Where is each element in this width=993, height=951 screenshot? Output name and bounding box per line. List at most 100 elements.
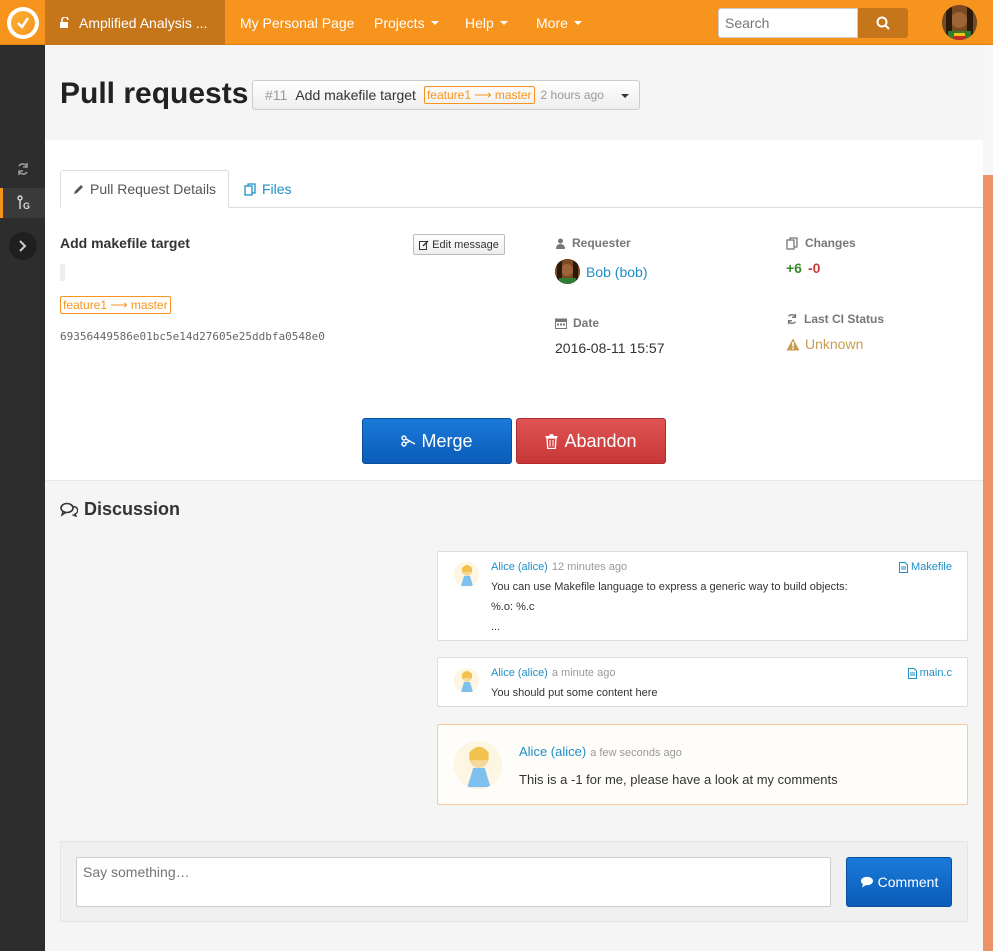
file-icon xyxy=(899,561,909,573)
pencil-icon xyxy=(74,185,83,194)
sidebar-item-activity[interactable] xyxy=(0,154,45,184)
commit-hash: 69356449586e01bc5e14d27605e25ddbfa0548e0 xyxy=(60,330,325,343)
pull-request-icon: G xyxy=(17,195,30,211)
discussion-title-text: Discussion xyxy=(84,499,181,519)
edit-message-label: Edit message xyxy=(432,238,499,251)
comment-author[interactable]: Alice (alice) a few seconds ago xyxy=(519,744,682,759)
top-navbar: Amplified Analysis ... My Personal Page … xyxy=(0,0,993,45)
comment-button-label: Comment xyxy=(877,874,939,890)
commenter-avatar xyxy=(454,741,502,789)
pr-title: Add makefile target xyxy=(295,87,416,103)
tab-details-label: Pull Request Details xyxy=(90,181,217,197)
user-avatar[interactable] xyxy=(942,5,977,40)
deletions-count: -0 xyxy=(807,260,821,276)
commit-message-title: Add makefile target xyxy=(60,235,190,251)
project-switcher[interactable]: Amplified Analysis ... xyxy=(45,0,225,45)
commenter-avatar xyxy=(454,668,479,693)
chevron-right-icon xyxy=(19,240,27,252)
comment-text-line: You can use Makefile language to express… xyxy=(491,581,848,593)
merge-icon xyxy=(401,435,416,447)
additions-count: +6 xyxy=(786,260,802,276)
date-value: 2016-08-11 15:57 xyxy=(555,340,665,356)
tab-files-label: Files xyxy=(262,181,292,197)
search-form xyxy=(718,8,908,38)
search-input[interactable] xyxy=(718,8,858,38)
ci-status-text: Unknown xyxy=(805,336,864,352)
comment-author-name: Alice (alice) xyxy=(491,561,548,573)
message-body-bar xyxy=(60,264,65,281)
merge-button[interactable]: Merge xyxy=(362,418,512,464)
merge-label: Merge xyxy=(421,430,473,451)
comment-time: a minute ago xyxy=(551,667,616,679)
comment-file-link[interactable]: main.c xyxy=(907,667,952,679)
nav-my-page[interactable]: My Personal Page xyxy=(240,0,354,45)
ci-status-label-text: Last CI Status xyxy=(804,312,885,326)
search-icon xyxy=(876,16,890,30)
nav-more[interactable]: More xyxy=(536,0,582,45)
left-sidebar: G xyxy=(0,45,52,951)
comment-time: a few seconds ago xyxy=(590,747,682,759)
abandon-label: Abandon xyxy=(564,430,637,451)
comments-icon xyxy=(60,502,78,517)
comment-icon xyxy=(860,876,873,888)
requester-label-text: Requester xyxy=(572,236,631,250)
files-icon xyxy=(786,236,799,250)
edit-message-button[interactable]: Edit message xyxy=(413,234,505,255)
comment-author-name: Alice (alice) xyxy=(491,667,548,679)
comment-author-name: Alice (alice) xyxy=(519,744,587,759)
comment-item: Alice (alice) 12 minutes ago Makefile You… xyxy=(437,551,968,641)
commenter-avatar xyxy=(454,562,479,587)
comment-file-name: Makefile xyxy=(911,561,952,573)
active-indicator xyxy=(45,196,52,210)
comment-author[interactable]: Alice (alice) 12 minutes ago xyxy=(491,561,627,573)
comment-item: Alice (alice) a minute ago main.c You sho… xyxy=(437,657,968,707)
requester-name: Bob (bob) xyxy=(586,263,648,280)
comment-time: 12 minutes ago xyxy=(551,561,628,573)
nav-projects-label: Projects xyxy=(374,14,425,31)
nav-help[interactable]: Help xyxy=(465,0,508,45)
requester-label: Requester xyxy=(555,236,631,250)
comment-author[interactable]: Alice (alice) a minute ago xyxy=(491,667,615,679)
requester-avatar xyxy=(555,259,580,284)
nav-projects[interactable]: Projects xyxy=(374,0,439,45)
abandon-button[interactable]: Abandon xyxy=(516,418,666,464)
tab-files[interactable]: Files xyxy=(244,170,292,208)
comment-text-line: You should put some content here xyxy=(491,687,658,699)
search-button[interactable] xyxy=(858,8,908,38)
comment-file-link[interactable]: Makefile xyxy=(899,561,952,573)
user-icon xyxy=(555,238,566,249)
comment-text-line: This is a -1 for me, please have a look … xyxy=(519,772,838,787)
comment-button[interactable]: Comment xyxy=(846,857,952,907)
refresh-icon xyxy=(17,163,28,175)
sidebar-toggle-button[interactable] xyxy=(9,232,37,260)
pr-number: #11 xyxy=(265,87,288,103)
date-label-text: Date xyxy=(573,316,600,330)
branch-badge: feature1 ⟶ master xyxy=(423,86,535,104)
comment-text-line: %.o: %.c xyxy=(491,601,535,613)
svg-text:G: G xyxy=(23,201,30,211)
chevron-down-icon xyxy=(430,20,439,25)
date-label: Date xyxy=(555,316,599,330)
scrollbar-thumb[interactable] xyxy=(983,175,993,951)
unlock-icon xyxy=(59,16,71,29)
pull-request-selector[interactable]: #11 Add makefile target feature1 ⟶ maste… xyxy=(252,80,640,110)
comment-item-latest: Alice (alice) a few seconds ago This is a… xyxy=(437,724,968,805)
comment-text-line: ... xyxy=(491,621,501,633)
page-title: Pull requests xyxy=(60,77,249,110)
warning-icon xyxy=(786,338,800,350)
calendar-icon xyxy=(555,317,567,329)
nav-my-page-label: My Personal Page xyxy=(240,14,355,31)
file-icon xyxy=(907,667,917,679)
changes-label: Changes xyxy=(786,236,856,250)
nav-help-label: Help xyxy=(465,14,494,31)
branch-badge: feature1 ⟶ master xyxy=(60,296,171,314)
app-logo[interactable] xyxy=(0,0,45,45)
openproject-logo-icon xyxy=(6,6,39,39)
discussion-title: Discussion xyxy=(60,499,180,520)
tab-pull-request-details[interactable]: Pull Request Details xyxy=(60,170,229,208)
ci-status-label: Last CI Status xyxy=(786,312,884,326)
requester-link[interactable]: Bob (bob) xyxy=(555,259,647,284)
comment-input[interactable] xyxy=(76,857,831,907)
sidebar-item-pull-requests[interactable]: G xyxy=(0,188,52,218)
changes-value: +6 -0 xyxy=(786,260,820,276)
